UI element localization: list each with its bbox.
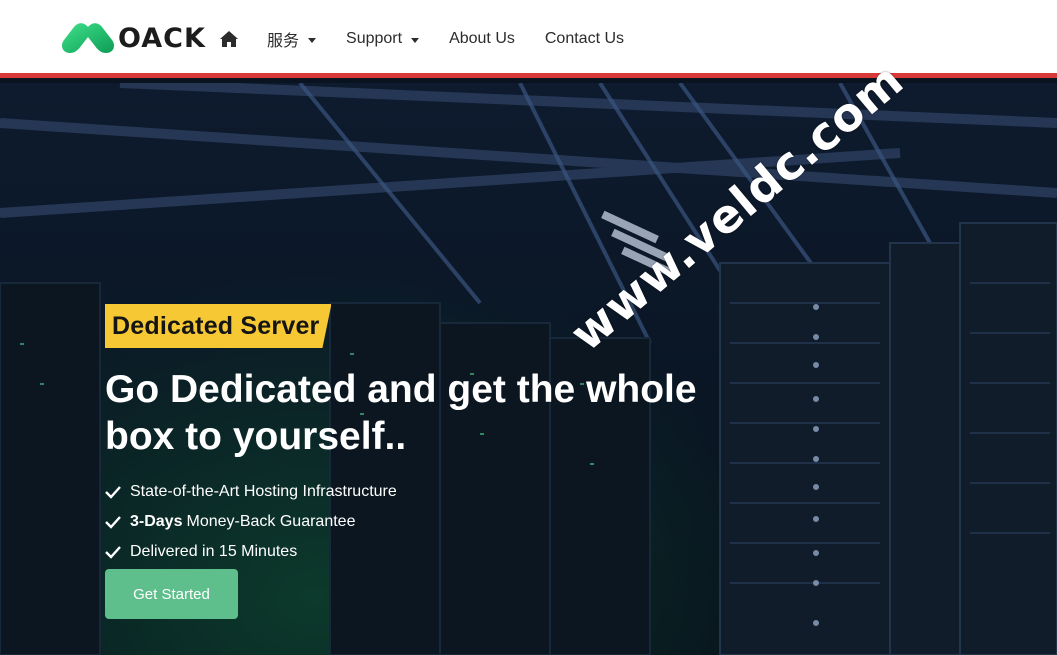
logo[interactable]: OACK (60, 20, 206, 56)
feature-item: Delivered in 15 Minutes (105, 537, 397, 567)
nav-label: 服务 (267, 33, 300, 50)
nav-item-about-us[interactable]: About Us (449, 26, 515, 52)
nav-item-services[interactable]: 服务 (267, 26, 317, 52)
nav-label: Support (346, 30, 403, 47)
feature-item: State-of-the-Art Hosting Infrastructure (105, 477, 397, 507)
feature-text: Money-Back Guarantee (186, 513, 356, 530)
home-icon[interactable] (219, 30, 239, 48)
check-icon (105, 486, 121, 499)
nav-item-contact-us[interactable]: Contact Us (545, 26, 624, 52)
headline-line-1: Go Dedicated and get the whole (105, 368, 697, 411)
nav-label: Contact Us (544, 30, 625, 47)
feature-list: State-of-the-Art Hosting Infrastructure … (105, 477, 397, 567)
feature-bold-text: 3-Days (130, 513, 183, 530)
top-navbar: OACK 服务 Support About Us Contact Us (0, 0, 1057, 78)
check-icon (105, 546, 121, 559)
headline-line-2: box to yourself.. (105, 415, 407, 458)
get-started-button[interactable]: Get Started (105, 569, 238, 619)
feature-text: State-of-the-Art Hosting Infrastructure (130, 483, 397, 500)
chevron-down-icon (411, 37, 420, 43)
main-nav: 服务 Support About Us Contact Us (219, 26, 654, 52)
feature-item: 3-Days Money-Back Guarantee (105, 507, 397, 537)
nav-label: About Us (449, 30, 515, 47)
badge-label: Dedicated Server (112, 311, 320, 340)
dedicated-server-badge: Dedicated Server (105, 304, 332, 348)
hero-headline: Go Dedicated and get the whole box to yo… (105, 366, 825, 460)
chevron-down-icon (308, 37, 317, 43)
logo-cloud-icon (62, 23, 114, 53)
feature-text: Delivered in 15 Minutes (130, 543, 298, 560)
hero-section: Dedicated Server Go Dedicated and get th… (0, 83, 1057, 655)
nav-item-support[interactable]: Support (346, 26, 420, 52)
check-icon (105, 516, 121, 529)
logo-text: OACK (118, 22, 206, 54)
